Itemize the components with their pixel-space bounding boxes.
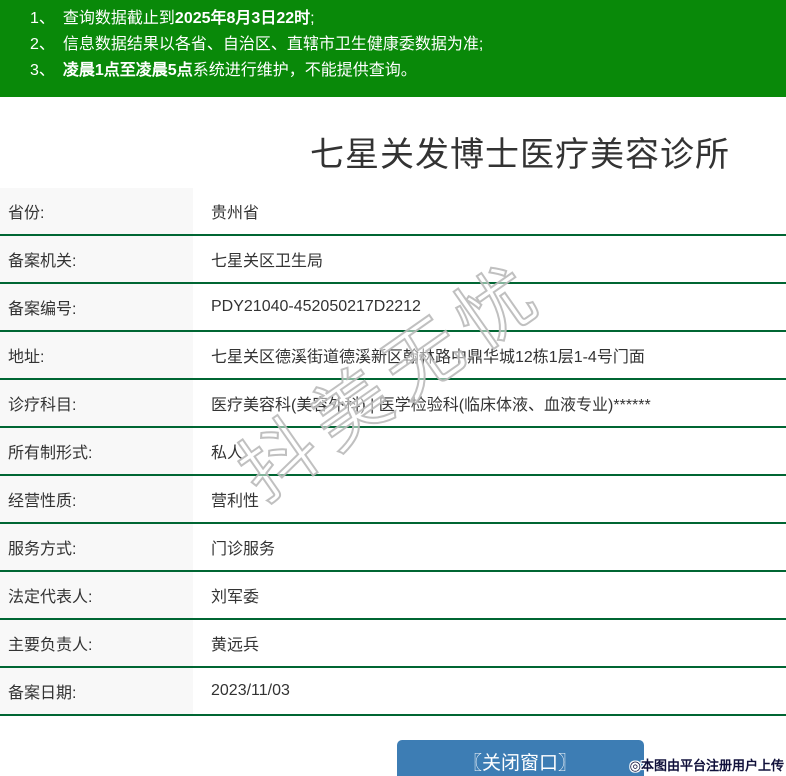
row-label: 诊疗科目: [0,380,193,426]
row-value: 七星关区德溪街道德溪新区翰林路中鼎华城12栋1层1-4号门面 [193,332,786,378]
table-row: 诊疗科目: 医疗美容科(美容外科) | 医学检验科(临床体液、血液专业)****… [0,380,786,428]
row-label: 主要负责人: [0,620,193,666]
row-label: 服务方式: [0,524,193,570]
upload-credit: ◎本图由平台注册用户上传 [630,755,784,774]
row-value: 七星关区卫生局 [193,236,786,282]
table-row: 经营性质: 营利性 [0,476,786,524]
row-value: 2023/11/03 [193,668,786,714]
notice-number: 3、 [30,62,55,79]
record-table: 省份: 贵州省 备案机关: 七星关区卫生局 备案编号: PDY21040-452… [0,188,786,716]
notice-text: 查询数据截止到 [63,10,175,27]
page-title: 七星关发博士医疗美容诊所 [310,127,730,176]
row-label: 法定代表人: [0,572,193,618]
row-label: 地址: [0,332,193,378]
content-area: 1、查询数据截止到2025年8月3日22时; 2、信息数据结果以各省、自治区、直… [0,0,786,776]
table-row: 地址: 七星关区德溪街道德溪新区翰林路中鼎华城12栋1层1-4号门面 [0,332,786,380]
notice-item-3: 3、凌晨1点至凌晨5点系统进行维护，不能提供查询。 [30,58,786,84]
notice-text: 信息数据结果以各省、自治区、直辖市卫生健康委数据为准; [63,36,483,53]
table-row: 主要负责人: 黄远兵 [0,620,786,668]
page: 1、查询数据截止到2025年8月3日22时; 2、信息数据结果以各省、自治区、直… [0,0,786,776]
row-label: 备案日期: [0,668,193,714]
row-label: 经营性质: [0,476,193,522]
table-row: 备案编号: PDY21040-452050217D2212 [0,284,786,332]
notice-text: ; [310,10,314,27]
row-label: 备案编号: [0,284,193,330]
table-row: 省份: 贵州省 [0,188,786,236]
notice-number: 2、 [30,36,55,53]
row-value: 黄远兵 [193,620,786,666]
notice-text-bold: 凌晨1点至凌晨5点 [63,62,193,79]
table-row: 备案日期: 2023/11/03 [0,668,786,716]
row-label: 省份: [0,188,193,234]
row-value: 门诊服务 [193,524,786,570]
close-window-button[interactable]: 〖关闭窗口〗 [397,740,644,776]
notice-number: 1、 [30,10,55,27]
row-value: 私人 [193,428,786,474]
table-row: 服务方式: 门诊服务 [0,524,786,572]
table-row: 所有制形式: 私人 [0,428,786,476]
notice-item-1: 1、查询数据截止到2025年8月3日22时; [30,6,786,32]
table-row: 备案机关: 七星关区卫生局 [0,236,786,284]
notice-text-bold: 2025年8月3日22时 [175,10,310,27]
row-value: 营利性 [193,476,786,522]
row-value: PDY21040-452050217D2212 [193,284,786,330]
title-container: 七星关发博士医疗美容诊所 [0,97,786,188]
notice-item-2: 2、信息数据结果以各省、自治区、直辖市卫生健康委数据为准; [30,32,786,58]
row-value: 医疗美容科(美容外科) | 医学检验科(临床体液、血液专业)****** [193,380,786,426]
row-value: 刘军委 [193,572,786,618]
row-label: 备案机关: [0,236,193,282]
notice-banner: 1、查询数据截止到2025年8月3日22时; 2、信息数据结果以各省、自治区、直… [0,0,786,97]
row-value: 贵州省 [193,188,786,234]
row-label: 所有制形式: [0,428,193,474]
table-row: 法定代表人: 刘军委 [0,572,786,620]
notice-text: 系统进行维护，不能提供查询。 [193,62,417,79]
